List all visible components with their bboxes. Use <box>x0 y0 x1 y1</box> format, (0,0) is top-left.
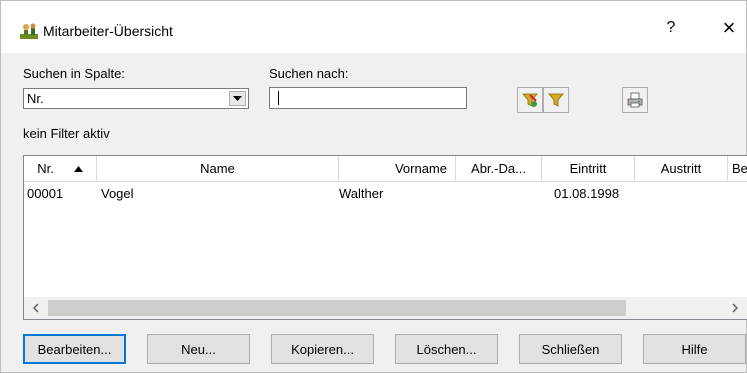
scroll-right-button[interactable] <box>724 298 746 318</box>
close-window-button[interactable]: × <box>716 15 742 41</box>
column-header-austritt[interactable]: Austritt <box>635 156 728 182</box>
column-header-label: Nr. <box>37 161 54 176</box>
copy-button[interactable]: Kopieren... <box>271 334 374 364</box>
help-title-button[interactable]: ? <box>661 19 681 37</box>
search-column-value: Nr. <box>27 91 44 106</box>
print-icon <box>627 92 643 108</box>
print-button[interactable] <box>622 87 648 113</box>
column-header-eintritt[interactable]: Eintritt <box>542 156 635 182</box>
dialog-window: Mitarbeiter-Übersicht ? × Suchen in Spal… <box>0 0 747 373</box>
cell-vorname: Walther <box>339 186 384 201</box>
column-header-label: Eintritt <box>569 161 607 176</box>
filter-remove-icon <box>548 93 564 107</box>
column-header-label: Name <box>200 161 235 176</box>
cell-eintritt: 01.08.1998 <box>554 186 620 201</box>
filter-remove-button[interactable] <box>543 87 569 113</box>
scroll-left-button[interactable] <box>25 298 47 318</box>
new-button[interactable]: Neu... <box>147 334 250 364</box>
column-header-name[interactable]: Name <box>97 156 339 182</box>
help-button[interactable]: Hilfe <box>643 334 746 364</box>
cell-name: Vogel <box>101 186 134 201</box>
employee-table[interactable]: Nr. Name Vorname Abr.-Da... Eintritt Aus… <box>23 155 747 320</box>
column-header-vorname[interactable]: Vorname <box>339 156 456 182</box>
column-header-label: Be <box>732 161 747 176</box>
filter-status: kein Filter aktiv <box>23 126 110 141</box>
filter-set-button[interactable] <box>517 87 543 113</box>
column-header-be[interactable]: Be <box>728 156 747 182</box>
filter-set-icon <box>522 93 538 107</box>
column-header-abr-datum[interactable]: Abr.-Da... <box>456 156 542 182</box>
column-header-label: Austritt <box>660 161 702 176</box>
delete-button[interactable]: Löschen... <box>395 334 498 364</box>
search-input[interactable] <box>269 87 467 109</box>
scrollbar-thumb[interactable] <box>48 300 626 316</box>
app-icon <box>20 23 38 39</box>
sort-ascending-icon <box>73 165 83 172</box>
edit-button[interactable]: Bearbeiten... <box>23 334 126 364</box>
search-term-label: Suchen nach: <box>269 66 349 81</box>
column-header-label: Abr.-Da... <box>471 161 526 176</box>
search-column-select[interactable]: Nr. <box>23 88 249 109</box>
search-column-label: Suchen in Spalte: <box>23 66 125 81</box>
dropdown-button[interactable] <box>229 91 246 106</box>
window-title: Mitarbeiter-Übersicht <box>43 23 173 39</box>
column-header-label: Vorname <box>394 161 447 176</box>
text-caret <box>278 91 279 105</box>
chevron-left-icon <box>33 303 39 313</box>
title-bar: Mitarbeiter-Übersicht ? × <box>1 1 746 53</box>
column-header-nr[interactable]: Nr. <box>24 156 97 182</box>
close-button[interactable]: Schließen <box>519 334 622 364</box>
horizontal-scrollbar[interactable] <box>24 297 747 319</box>
chevron-down-icon <box>233 96 242 101</box>
cell-nr: 00001 <box>27 186 64 201</box>
chevron-right-icon <box>732 303 738 313</box>
